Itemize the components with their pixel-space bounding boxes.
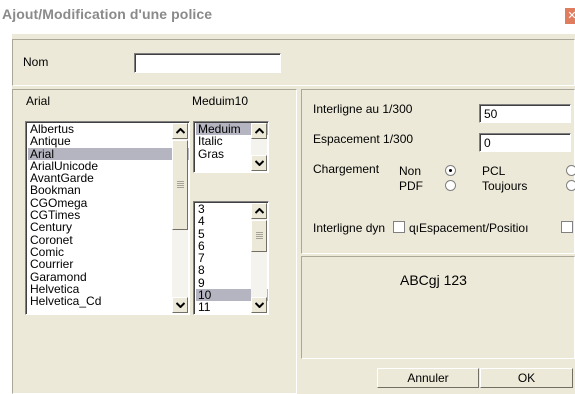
font-style-current: Meduim10 — [192, 94, 249, 108]
chargement-label: Chargement — [313, 162, 380, 176]
scroll-up-button[interactable] — [251, 123, 267, 139]
interligne-label: Interligne au 1/300 — [313, 102, 413, 116]
chevron-down-icon — [255, 302, 264, 308]
font-style-scrollbar[interactable] — [251, 123, 267, 171]
name-input[interactable] — [134, 53, 281, 73]
espacement-input[interactable]: 0 — [479, 133, 571, 152]
list-item[interactable]: Courrier — [28, 258, 189, 271]
name-panel — [12, 39, 575, 86]
chevron-down-icon — [255, 160, 264, 166]
chevron-up-icon — [255, 208, 264, 214]
option-toujours-radio[interactable] — [566, 180, 575, 191]
font-size-list[interactable]: 3456789101112 — [193, 201, 269, 315]
scroll-up-button[interactable] — [172, 123, 188, 139]
font-style-list[interactable]: Meduim Italic Gras — [193, 121, 269, 173]
scroll-up-button[interactable] — [251, 203, 267, 219]
option-non-label: Non — [399, 164, 422, 178]
font-family-scrollbar[interactable] — [172, 123, 188, 313]
option-toujours-label: Toujours — [482, 179, 528, 193]
espacement-position-checkbox[interactable] — [561, 221, 573, 233]
option-pcl-radio[interactable] — [566, 165, 575, 176]
window-title: Ajout/Modification d'une police — [2, 6, 213, 22]
dialog-body: Nom Arial Meduim10 Albertus Antique Arial A… — [12, 34, 575, 394]
name-label: Nom — [23, 55, 49, 69]
espacement-label: Espacement 1/300 — [313, 132, 414, 146]
interligne-dyn-checkbox[interactable] — [393, 221, 405, 233]
close-icon[interactable]: ✕ — [565, 8, 575, 24]
title-bar: Ajout/Modification d'une police ✕ — [0, 0, 575, 34]
list-item[interactable]: Garamond — [28, 270, 189, 283]
option-pdf-label: PDF — [399, 179, 423, 193]
preview-text: ABCgj 123 — [400, 272, 467, 288]
font-size-scrollbar[interactable] — [251, 203, 267, 313]
chevron-down-icon — [176, 302, 185, 308]
scroll-down-button[interactable] — [251, 297, 267, 313]
option-non-radio[interactable] — [445, 165, 456, 176]
font-family-list[interactable]: Albertus Antique Arial ArialUnicode AvantGar… — [25, 121, 190, 315]
cancel-button[interactable]: Annuler — [377, 368, 479, 388]
ok-button[interactable]: OK — [480, 368, 573, 388]
scroll-thumb[interactable] — [251, 220, 267, 252]
chevron-up-icon — [255, 128, 264, 134]
espacement-position-label: ɋıEspacement/Positioı — [409, 221, 529, 235]
scroll-down-button[interactable] — [251, 155, 267, 171]
list-item[interactable]: Century — [28, 221, 189, 234]
interligne-input[interactable]: 50 — [479, 104, 571, 123]
scroll-thumb[interactable] — [172, 140, 188, 230]
font-family-current: Arial — [26, 94, 51, 108]
scroll-down-button[interactable] — [172, 297, 188, 313]
list-item[interactable]: Bookman — [28, 184, 189, 197]
option-pcl-label: PCL — [482, 164, 506, 178]
option-pdf-radio[interactable] — [445, 180, 456, 191]
interligne-dyn-label: Interligne dyn — [313, 221, 386, 235]
chevron-up-icon — [176, 128, 185, 134]
list-item[interactable]: Helvetica_Cd — [28, 295, 189, 308]
list-item[interactable]: Antique — [28, 135, 189, 148]
list-item[interactable]: 12 — [196, 313, 268, 314]
